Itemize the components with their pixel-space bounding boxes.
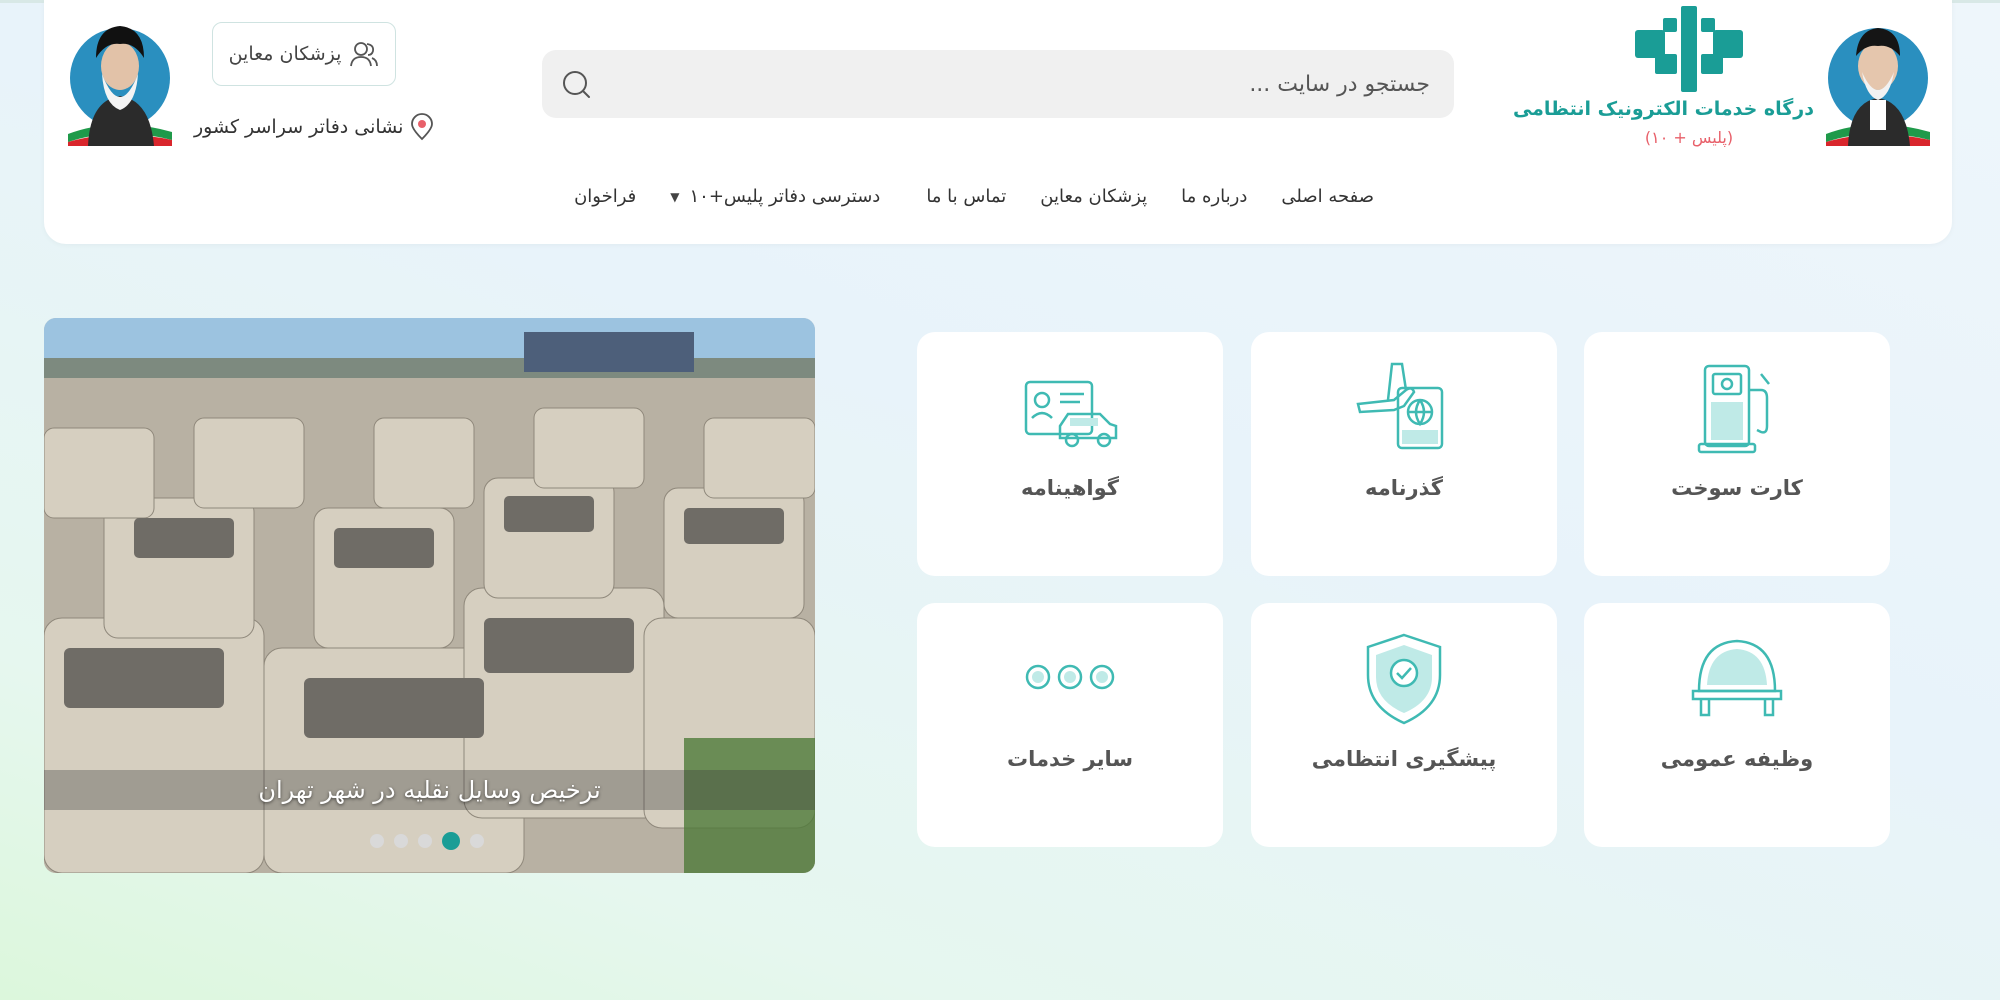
nav-home[interactable]: صفحه اصلی	[1281, 186, 1374, 207]
service-passport[interactable]: گذرنامه	[1251, 332, 1557, 576]
service-military-duty[interactable]: وظیفه عمومی	[1584, 603, 1890, 847]
nav-offices-dropdown[interactable]: دسترسی دفاتر پلیس+۱۰ ▼	[670, 186, 880, 207]
more-services-icon	[1025, 664, 1115, 690]
nav-offices-label: دسترسی دفاتر پلیس+۱۰	[689, 186, 881, 207]
nav-about[interactable]: درباره ما	[1181, 186, 1247, 207]
slider-dot-2[interactable]	[394, 834, 408, 848]
brand-subtitle: (پلیس + ۱۰)	[1644, 128, 1734, 147]
site-header: درگاه خدمات الکترونیک انتظامی (پلیس + ۱۰…	[44, 0, 1952, 244]
service-label: پیشگیری انتظامی	[1311, 747, 1497, 771]
service-label: وظیفه عمومی	[1660, 747, 1814, 771]
passport-icon	[1356, 362, 1444, 450]
nav-announcements[interactable]: فراخوان	[574, 186, 636, 207]
service-label: سایر خدمات	[1006, 747, 1134, 771]
brand[interactable]: درگاه خدمات الکترونیک انتظامی (پلیس + ۱۰…	[1512, 4, 1814, 160]
location-pin-icon	[411, 113, 434, 141]
offices-link[interactable]: نشانی دفاتر سراسر کشور	[194, 110, 435, 144]
nav-doctors[interactable]: پزشکان معاین	[1040, 186, 1147, 207]
service-driving-license[interactable]: گواهینامه	[917, 332, 1223, 576]
doctors-button[interactable]: پزشکان معاین	[212, 22, 396, 86]
driving-license-icon	[1024, 380, 1118, 448]
service-police-prevention[interactable]: پیشگیری انتظامی	[1251, 603, 1557, 847]
search-bar[interactable]: جستجو در سایت ...	[542, 50, 1454, 118]
chevron-down-icon: ▼	[670, 189, 680, 204]
leader-portrait-right	[1824, 16, 1932, 146]
fuel-pump-icon	[1697, 364, 1770, 454]
slider-dot-1[interactable]	[370, 834, 384, 848]
service-fuel-card[interactable]: کارت سوخت	[1584, 332, 1890, 576]
slider-dots	[370, 832, 484, 850]
users-icon	[350, 42, 379, 67]
shield-icon	[1366, 633, 1442, 725]
slider-dot-3[interactable]	[418, 834, 432, 848]
nav-contact[interactable]: تماس با ما	[926, 186, 1006, 207]
slider-dot-4-active[interactable]	[442, 832, 460, 850]
offices-link-label: نشانی دفاتر سراسر کشور	[194, 116, 404, 138]
news-slider[interactable]: ترخیص وسایل نقلیه در شهر تهران	[44, 318, 815, 873]
slider-dot-5[interactable]	[470, 834, 484, 848]
search-input[interactable]: جستجو در سایت ...	[592, 72, 1436, 97]
brand-title: درگاه خدمات الکترونیک انتظامی	[1512, 98, 1814, 120]
slide-caption[interactable]: ترخیص وسایل نقلیه در شهر تهران	[44, 770, 815, 810]
service-label: گذرنامه	[1365, 476, 1443, 500]
leader-portrait-left	[66, 16, 174, 146]
police-logo-icon	[1635, 6, 1743, 92]
search-icon[interactable]	[560, 68, 592, 100]
service-other[interactable]: سایر خدمات	[917, 603, 1223, 847]
doctors-button-label: پزشکان معاین	[228, 43, 342, 65]
main-nav: صفحه اصلی درباره ما پزشکان معاین تماس با…	[574, 186, 1374, 207]
service-label: گواهینامه	[1021, 476, 1119, 500]
service-label: کارت سوخت	[1671, 476, 1803, 500]
military-helmet-icon	[1691, 639, 1783, 717]
